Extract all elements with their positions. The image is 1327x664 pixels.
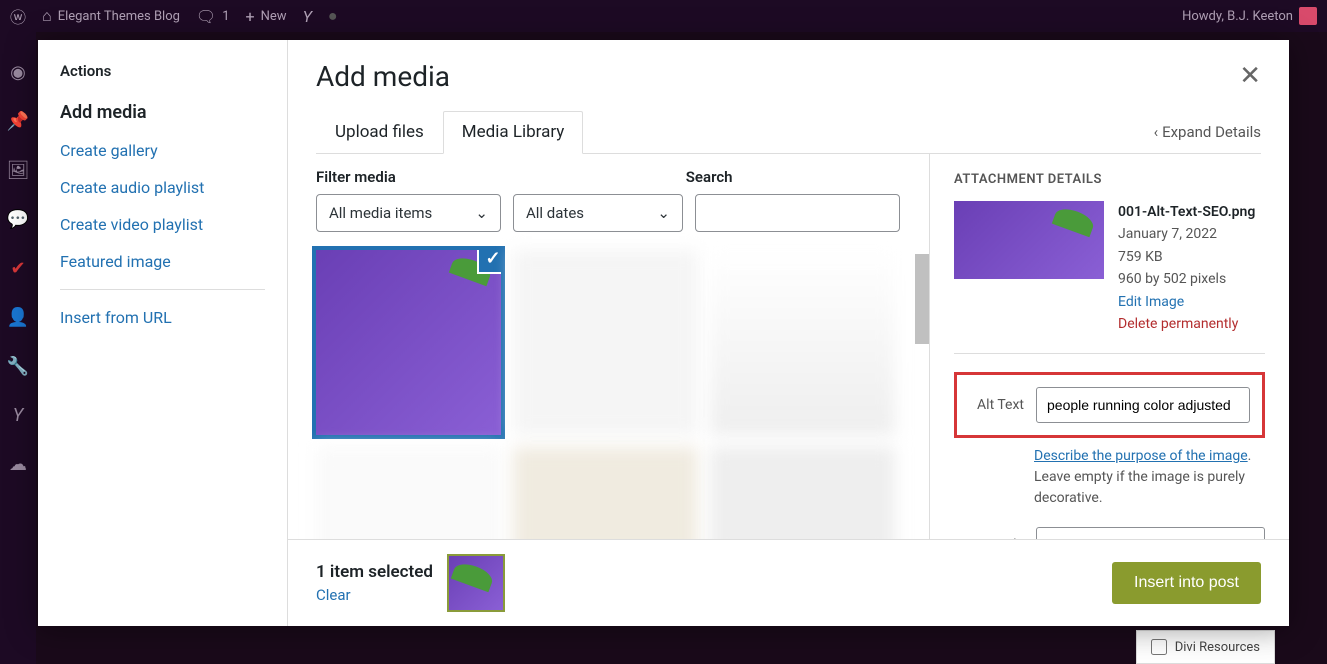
- divi-resources-checkbox[interactable]: [1151, 639, 1167, 655]
- tabs: Upload files Media Library: [316, 111, 583, 153]
- clear-selection-link[interactable]: Clear: [316, 586, 433, 604]
- dot-icon[interactable]: ●: [328, 6, 338, 26]
- alt-text-label: Alt Text: [969, 397, 1024, 413]
- media-browser: Filter media Search All media items ⌄ Al…: [288, 154, 929, 539]
- modal-sidebar: Actions Add media Create gallery Create …: [38, 40, 288, 626]
- howdy-link[interactable]: Howdy, B.J. Keeton: [1182, 7, 1317, 25]
- comment-icon: 🗨: [196, 7, 216, 26]
- title-input[interactable]: [1036, 527, 1265, 539]
- expand-details-link[interactable]: ‹ Expand Details: [1154, 123, 1261, 141]
- close-button[interactable]: ✕: [1239, 60, 1261, 91]
- media-item[interactable]: [513, 250, 698, 435]
- home-icon: ⌂: [42, 6, 52, 26]
- comments-menu-icon[interactable]: 💬: [7, 209, 29, 230]
- yoast-menu-icon[interactable]: Y: [13, 405, 24, 426]
- insert-into-post-button[interactable]: Insert into post: [1112, 562, 1261, 604]
- media-item[interactable]: [513, 447, 698, 539]
- search-label: Search: [686, 168, 733, 186]
- filter-dates-select[interactable]: All dates ⌄: [513, 194, 683, 232]
- media-item[interactable]: [710, 447, 895, 539]
- scrollbar[interactable]: [915, 254, 929, 344]
- sidebar-divider: [60, 289, 265, 290]
- admin-bar: ⓦ ⌂ Elegant Themes Blog 🗨 1 + New Y ● Ho…: [0, 0, 1327, 32]
- modal-title: Add media: [316, 60, 450, 93]
- new-label: New: [261, 9, 287, 24]
- yoast-icon[interactable]: Y: [303, 7, 312, 26]
- modal-main: Add media ✕ Upload files Media Library ‹…: [288, 40, 1289, 626]
- media-item-selected[interactable]: [316, 250, 501, 435]
- sidebar-featured-image[interactable]: Featured image: [60, 252, 265, 271]
- filter-media-label: Filter media: [316, 168, 396, 186]
- modal-footer: 1 item selected Clear Insert into post: [288, 539, 1289, 626]
- media-icon[interactable]: 🖼: [7, 160, 30, 181]
- sidebar-create-audio[interactable]: Create audio playlist: [60, 178, 265, 197]
- howdy-text: Howdy, B.J. Keeton: [1182, 9, 1293, 24]
- add-media-modal: Actions Add media Create gallery Create …: [38, 40, 1289, 626]
- comment-count: 1: [222, 9, 229, 24]
- tools-icon[interactable]: 🔧: [7, 356, 29, 377]
- footer-selected-thumb[interactable]: [447, 554, 505, 612]
- chevron-down-icon: ⌄: [475, 204, 488, 222]
- cloud-icon[interactable]: ☁: [9, 454, 27, 475]
- check-icon[interactable]: ✔: [10, 258, 25, 279]
- tab-upload-files[interactable]: Upload files: [316, 111, 443, 153]
- site-title: Elegant Themes Blog: [58, 9, 180, 24]
- describe-image-link[interactable]: Describe the purpose of the image: [1034, 448, 1248, 464]
- actions-heading: Actions: [60, 62, 265, 80]
- bg-checkbox-row: Divi Resources: [1136, 630, 1275, 664]
- search-input[interactable]: [695, 194, 900, 232]
- attachment-filename: 001-Alt-Text-SEO.png: [1118, 201, 1255, 223]
- site-home-link[interactable]: ⌂ Elegant Themes Blog: [42, 6, 180, 26]
- dashboard-icon[interactable]: ◉: [10, 62, 26, 83]
- media-grid: [316, 250, 901, 539]
- tab-media-library[interactable]: Media Library: [443, 111, 584, 154]
- plus-icon: +: [246, 7, 255, 26]
- pin-icon[interactable]: 📌: [7, 111, 29, 132]
- alt-text-row-highlighted: Alt Text: [954, 372, 1265, 438]
- filter-media-select[interactable]: All media items ⌄: [316, 194, 501, 232]
- wordpress-icon[interactable]: ⓦ: [10, 4, 26, 28]
- alt-help-text: Describe the purpose of the image. Leave…: [1034, 446, 1265, 509]
- attachment-dimensions: 960 by 502 pixels: [1118, 268, 1255, 290]
- attachment-details: ATTACHMENT DETAILS 001-Alt-Text-SEO.png …: [929, 154, 1289, 539]
- attachment-details-heading: ATTACHMENT DETAILS: [954, 172, 1265, 187]
- edit-image-link[interactable]: Edit Image: [1118, 291, 1255, 313]
- selected-count: 1 item selected: [316, 562, 433, 582]
- avatar: [1299, 7, 1317, 25]
- attachment-thumb: [954, 201, 1104, 279]
- chevron-left-icon: ‹: [1154, 123, 1159, 141]
- chevron-down-icon: ⌄: [657, 204, 670, 222]
- alt-text-input[interactable]: [1036, 387, 1250, 423]
- divi-resources-label: Divi Resources: [1175, 640, 1260, 655]
- sidebar-create-video[interactable]: Create video playlist: [60, 215, 265, 234]
- media-item[interactable]: [316, 447, 501, 539]
- delete-permanently-link[interactable]: Delete permanently: [1118, 313, 1255, 335]
- attachment-size: 759 KB: [1118, 246, 1255, 268]
- comments-link[interactable]: 🗨 1: [196, 7, 230, 26]
- media-item[interactable]: [710, 250, 895, 435]
- new-content-link[interactable]: + New: [246, 7, 287, 26]
- sidebar-create-gallery[interactable]: Create gallery: [60, 141, 265, 160]
- users-icon[interactable]: 👤: [7, 307, 29, 328]
- attachment-date: January 7, 2022: [1118, 223, 1255, 245]
- admin-menu: ◉ 📌 🖼 💬 ✔ 👤 🔧 Y ☁: [0, 32, 36, 664]
- sidebar-add-media[interactable]: Add media: [60, 102, 265, 123]
- sidebar-insert-url[interactable]: Insert from URL: [60, 308, 265, 327]
